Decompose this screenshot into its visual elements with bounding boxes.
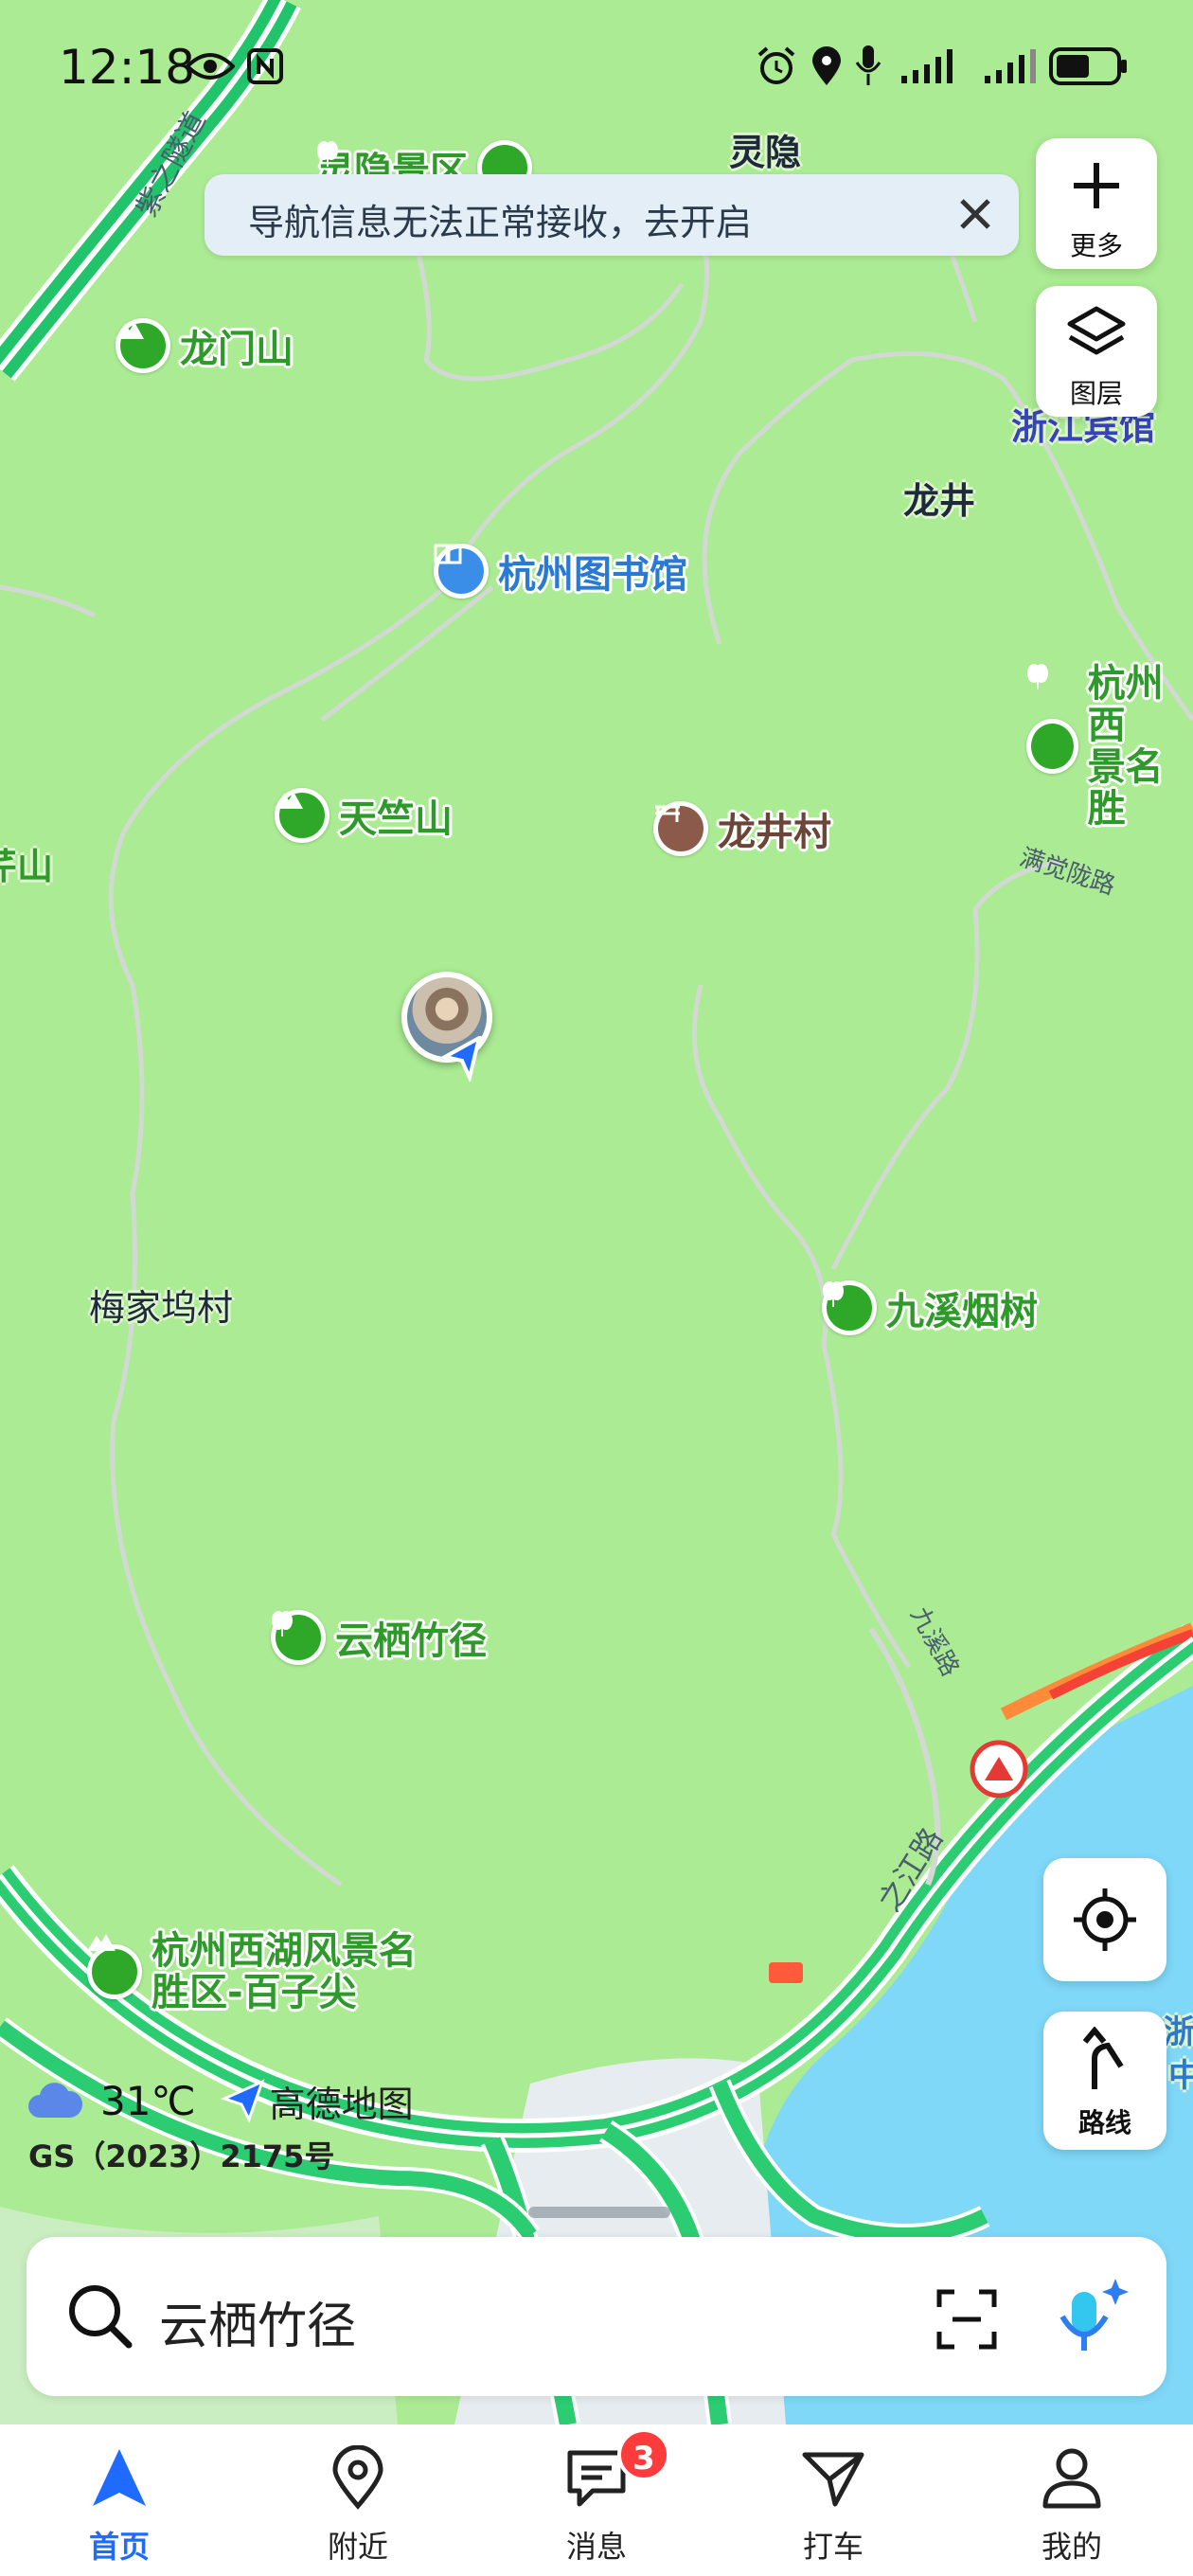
nav-label: 我的 <box>1041 2529 1102 2565</box>
nav-taxi[interactable]: 打车 <box>739 2424 928 2576</box>
map-canvas[interactable]: 龙门山 灵隐景区 杭州图书馆 天竺山 龙井村 九溪烟树 云栖竹径 杭州西湖风景名… <box>0 0 1193 2424</box>
navigation-arrow-icon <box>93 2449 146 2506</box>
nfc-icon <box>247 48 283 84</box>
location-icon <box>812 46 841 85</box>
route-button[interactable]: 路线 <box>1043 2012 1166 2150</box>
place-partial-shan: 芹山 <box>0 846 54 887</box>
mountain-icon <box>87 1934 142 1999</box>
nav-label: 首页 <box>88 2529 150 2565</box>
more-label: 更多 <box>1069 230 1123 261</box>
brand-name: 高德地图 <box>269 2083 414 2125</box>
place-meijiawu: 梅家坞村 <box>89 1287 234 1329</box>
place-longjing: 龙井 <box>903 480 976 522</box>
poi-label: 龙门山 <box>180 328 294 371</box>
navigation-permission-banner[interactable]: 导航信息无法正常接收，去开启 <box>205 174 1019 256</box>
alarm-icon <box>757 46 795 84</box>
more-button[interactable]: 更多 <box>1036 138 1157 269</box>
battery-icon <box>1049 47 1127 85</box>
map-pin-icon <box>332 2445 383 2510</box>
mountain-icon <box>275 788 329 843</box>
taxi-icon <box>802 2452 864 2507</box>
place-partial-right2: 中 <box>1168 2057 1193 2095</box>
close-icon[interactable] <box>949 188 1002 241</box>
tree-icon <box>1026 664 1078 774</box>
poi-label: 天竺山 <box>339 797 453 841</box>
search-icon <box>69 2285 133 2349</box>
nav-nearby[interactable]: 附近 <box>263 2424 453 2576</box>
poi-baizijian[interactable]: 杭州西湖风景名 胜区-百子尖 <box>87 1930 417 2013</box>
village-gate-icon <box>653 801 708 856</box>
location-direction-icon <box>441 1036 482 1082</box>
nav-home[interactable]: 首页 <box>25 2424 214 2576</box>
amap-logo-icon <box>220 2079 265 2123</box>
status-bar: 12:18 <box>0 0 1193 133</box>
poi-yunqi[interactable]: 云栖竹径 <box>271 1610 487 1665</box>
poi-label: 胜区-百子尖 <box>151 1971 357 2014</box>
poi-label: 杭州西 <box>1087 662 1164 747</box>
map-attribution: GS（2023）2175号 <box>28 2138 335 2174</box>
locate-crosshair-icon <box>1074 1888 1136 1951</box>
route-label: 路线 <box>1077 2107 1131 2138</box>
weather-widget[interactable]: 31℃ 高德地图 <box>27 2074 414 2127</box>
locate-me-button[interactable] <box>1043 1858 1166 1981</box>
layers-button[interactable]: 图层 <box>1036 286 1157 417</box>
book-icon <box>434 544 489 599</box>
banner-text[interactable]: 导航信息无法正常接收，去开启 <box>248 193 752 245</box>
signal-icon <box>985 49 1036 83</box>
route-icon <box>1082 2027 1124 2089</box>
place-partial-right: 浙 <box>1163 2013 1193 2051</box>
drag-handle[interactable] <box>528 2207 670 2218</box>
eye-icon <box>186 53 235 80</box>
bottom-navigation: 首页 附近 消息 打车 我的 <box>0 2424 1193 2576</box>
message-badge: 3 <box>617 2428 670 2481</box>
poi-xihu-partial[interactable]: 杭州西 景名胜 <box>1026 663 1193 830</box>
poi-label: 九溪烟树 <box>886 1290 1038 1333</box>
layers-icon <box>1067 306 1126 355</box>
poi-label: 杭州图书馆 <box>498 553 687 597</box>
weather-temperature: 31℃ <box>100 2077 196 2124</box>
nav-profile[interactable]: 我的 <box>977 2424 1166 2576</box>
nav-label: 附近 <box>327 2529 388 2565</box>
scan-icon[interactable] <box>935 2288 998 2351</box>
nav-label: 消息 <box>565 2529 627 2565</box>
poi-label: 景名胜 <box>1087 745 1164 831</box>
mic-icon <box>855 45 881 85</box>
poi-label: 杭州西湖风景名 <box>151 1929 417 1973</box>
poi-label: 云栖竹径 <box>335 1619 487 1663</box>
layers-label: 图层 <box>1069 378 1123 409</box>
poi-longjing-village[interactable]: 龙井村 <box>653 801 831 856</box>
poi-library[interactable]: 杭州图书馆 <box>434 544 687 599</box>
cloud-icon <box>28 2083 83 2118</box>
nav-label: 打车 <box>802 2529 864 2565</box>
mountain-icon <box>116 318 170 373</box>
tree-icon <box>271 1610 326 1665</box>
search-bar[interactable]: 云栖竹径 <box>27 2237 1166 2396</box>
voice-assistant-icon[interactable] <box>1051 2275 1136 2360</box>
poi-tianzhushan[interactable]: 天竺山 <box>275 788 453 843</box>
tree-icon <box>822 1280 877 1335</box>
search-input[interactable]: 云栖竹径 <box>159 2286 356 2357</box>
plus-icon <box>1074 163 1119 208</box>
signal-icon <box>901 49 953 83</box>
poi-label: 龙井村 <box>718 811 831 854</box>
user-icon <box>1042 2448 1101 2509</box>
poi-jiuxi[interactable]: 九溪烟树 <box>822 1280 1038 1335</box>
status-time: 12:18 <box>59 40 196 95</box>
poi-longmenshan[interactable]: 龙门山 <box>116 318 294 373</box>
